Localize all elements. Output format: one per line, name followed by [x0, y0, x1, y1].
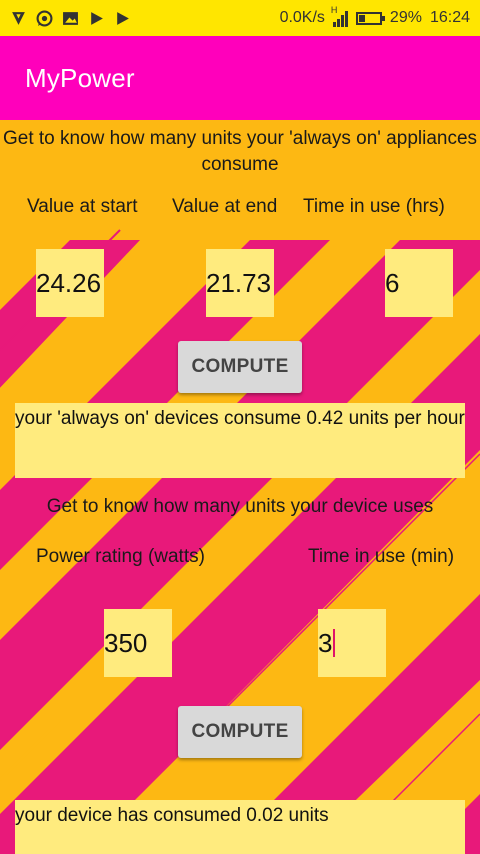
section2-heading: Get to know how many units your device u… — [46, 496, 434, 517]
main-content: Get to know how many units your 'always … — [0, 120, 480, 854]
power-rating-label: Power rating (watts) — [36, 546, 205, 567]
compute-button-2[interactable]: COMPUTE — [178, 706, 302, 758]
value-at-end-input[interactable]: 21.73 — [206, 249, 274, 317]
app-bar: MyPower — [0, 36, 480, 120]
system-status: 0.0K/s H 29% 16:24 — [279, 5, 470, 27]
notification-icons — [10, 10, 131, 27]
play-store-icon — [91, 11, 103, 25]
value-at-end-label: Value at end — [172, 196, 278, 217]
vpn-icon — [12, 11, 25, 25]
battery-percent: 29% — [389, 9, 422, 26]
app-title: MyPower — [25, 62, 135, 93]
network-speed: 0.0K/s — [279, 9, 325, 26]
section2-result: your device has consumed 0.02 units — [15, 800, 465, 854]
battery-icon — [355, 11, 385, 25]
compute-button-1[interactable]: COMPUTE — [178, 341, 302, 393]
time-in-use-min-input[interactable]: 3 — [318, 609, 386, 677]
power-rating-input[interactable]: 350 — [104, 609, 172, 677]
time-in-use-min-label: Time in use (min) — [308, 546, 455, 567]
whatsapp-icon — [36, 10, 53, 26]
value-at-start-label: Value at start — [27, 196, 138, 217]
time-in-use-min-value: 3 — [318, 627, 333, 658]
play-store-icon — [117, 11, 129, 25]
signal-type: H — [330, 5, 338, 15]
clock: 16:24 — [429, 9, 470, 26]
time-in-use-hrs-input[interactable]: 6 — [385, 249, 453, 317]
gallery-icon — [63, 11, 78, 25]
text-cursor — [333, 629, 336, 657]
signal-icon: H — [331, 5, 348, 27]
section1-heading: Get to know how many units your 'always … — [2, 128, 478, 175]
section1-result: your 'always on' devices consume 0.42 un… — [15, 403, 465, 478]
value-at-start-input[interactable]: 24.26 — [36, 249, 104, 317]
status-bar: 0.0K/s H 29% 16:24 — [0, 0, 480, 36]
time-in-use-hrs-label: Time in use (hrs) — [303, 196, 445, 217]
